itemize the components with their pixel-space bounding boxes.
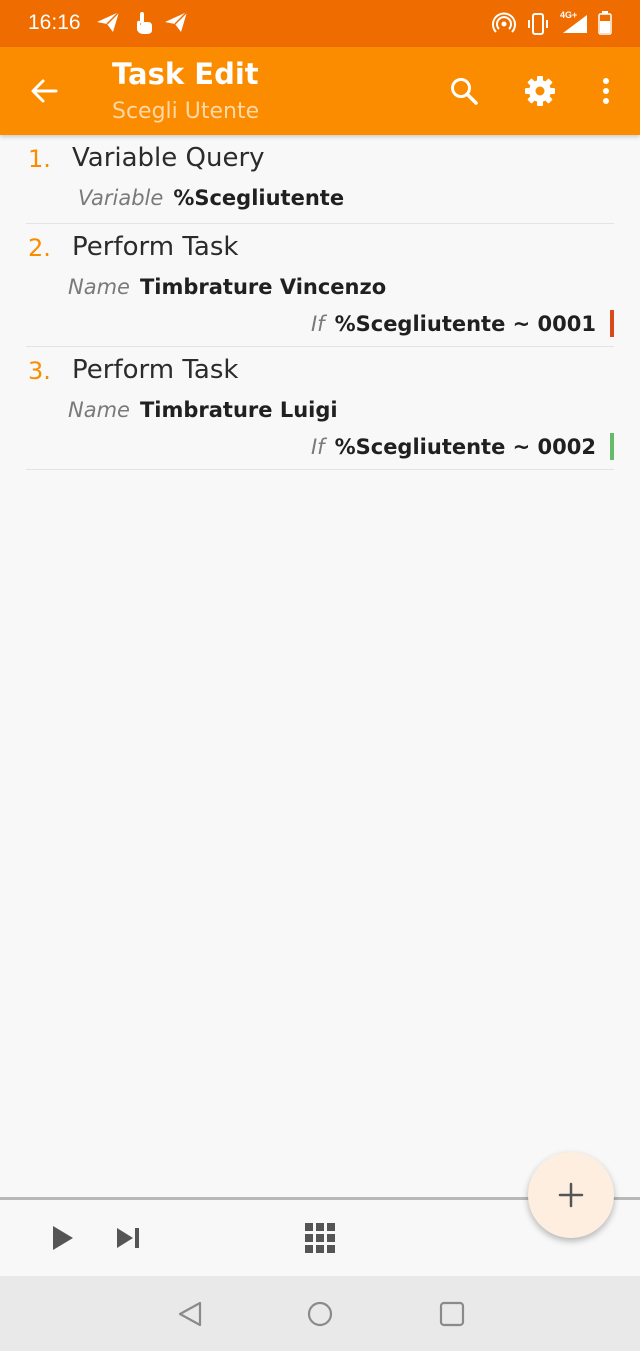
- search-icon: [451, 78, 478, 105]
- action-name: Perform Task: [72, 355, 239, 385]
- more-vert-icon: [603, 78, 609, 104]
- action-condition: If %Scegliutente ~ 0001: [311, 312, 596, 336]
- condition-indicator-bar: [610, 310, 614, 337]
- settings-button[interactable]: [516, 67, 564, 115]
- plus-icon: [558, 1182, 584, 1208]
- action-number: 3.: [28, 357, 51, 385]
- grid-icon: [305, 1223, 335, 1253]
- step-button[interactable]: [108, 1218, 148, 1258]
- nav-recents-icon: [439, 1301, 465, 1327]
- battery-icon: [598, 11, 612, 35]
- search-button[interactable]: [440, 67, 488, 115]
- param-value: Timbrature Luigi: [139, 398, 338, 422]
- action-number: 2.: [28, 234, 51, 262]
- overflow-menu-button[interactable]: [582, 67, 630, 115]
- action-name: Perform Task: [72, 232, 239, 262]
- param-key: Name: [68, 275, 130, 299]
- play-icon: [53, 1226, 73, 1250]
- condition-indicator-bar: [610, 433, 614, 460]
- action-list: 1. Variable Query Variable %Scegliutente …: [0, 135, 640, 470]
- condition-key: If: [310, 435, 325, 459]
- param-key: Name: [68, 398, 130, 422]
- condition-value: %Scegliutente ~ 0002: [334, 435, 596, 459]
- status-bar: 16:16 4G+: [0, 0, 640, 47]
- action-param: Name Timbrature Vincenzo: [68, 275, 386, 299]
- system-nav-bar: [0, 1276, 640, 1351]
- page-subtitle: Scegli Utente: [112, 99, 260, 124]
- action-param: Variable %Scegliutente: [78, 186, 344, 210]
- action-condition: If %Scegliutente ~ 0002: [311, 435, 596, 459]
- action-item[interactable]: 2. Perform Task Name Timbrature Vincenzo …: [26, 224, 614, 347]
- action-param: Name Timbrature Luigi: [68, 398, 338, 422]
- condition-value: %Scegliutente ~ 0001: [334, 312, 596, 336]
- gear-icon: [525, 76, 555, 106]
- add-action-button[interactable]: [528, 1152, 614, 1238]
- action-number: 1.: [28, 145, 51, 173]
- nav-back-button[interactable]: [174, 1298, 206, 1330]
- touch-hand-icon: [137, 12, 152, 34]
- paper-plane-icon: [97, 11, 120, 32]
- action-grid-button[interactable]: [300, 1218, 340, 1258]
- back-button[interactable]: [20, 67, 68, 115]
- action-item[interactable]: 3. Perform Task Name Timbrature Luigi If%…: [26, 347, 614, 470]
- param-value: %Scegliutente: [173, 186, 345, 210]
- status-time: 16:16: [28, 11, 81, 34]
- app-bar: Task Edit Scegli Utente: [0, 47, 640, 135]
- hotspot-icon: [492, 12, 516, 33]
- condition-key: If: [310, 312, 325, 336]
- param-value: Timbrature Vincenzo: [139, 275, 387, 299]
- nav-recents-button[interactable]: [436, 1298, 468, 1330]
- back-arrow-icon: [31, 79, 58, 103]
- signal-icon: [563, 15, 587, 33]
- nav-back-icon: [178, 1301, 202, 1327]
- play-button[interactable]: [42, 1218, 82, 1258]
- param-key: Variable: [78, 186, 164, 210]
- page-title: Task Edit: [112, 57, 259, 91]
- nav-home-icon: [307, 1301, 333, 1327]
- action-name: Variable Query: [72, 143, 265, 173]
- action-item[interactable]: 1. Variable Query Variable %Scegliutente: [26, 135, 614, 224]
- step-icon: [117, 1228, 139, 1248]
- nav-home-button[interactable]: [304, 1298, 336, 1330]
- paper-plane-icon: [165, 11, 188, 32]
- vibrate-icon: [528, 13, 548, 35]
